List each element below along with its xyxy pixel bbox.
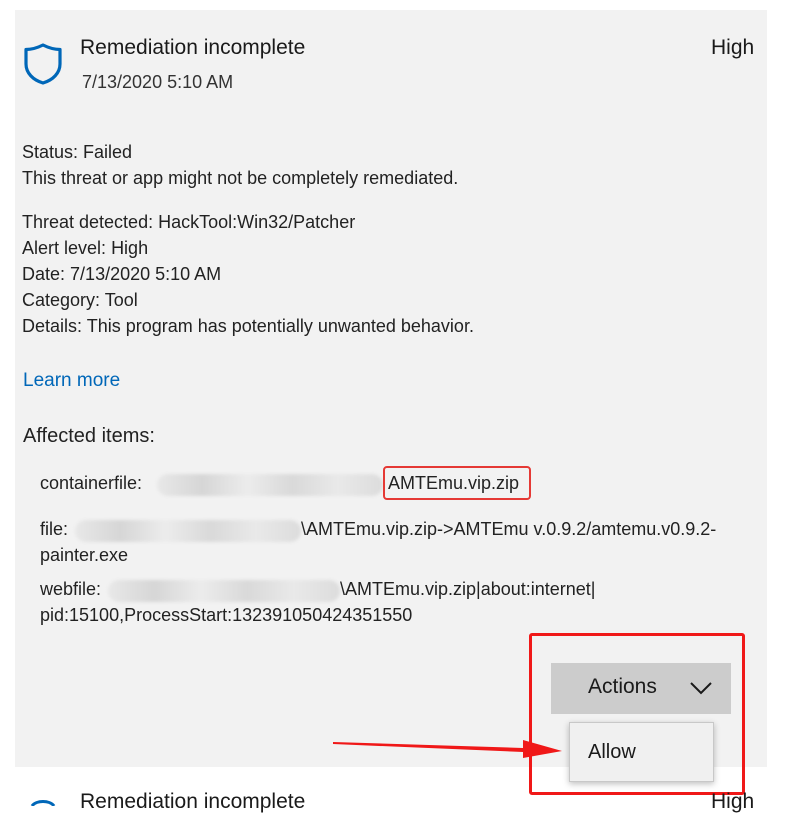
file-value-line2: painter.exe [40, 545, 129, 565]
redacted-path [75, 520, 301, 542]
threat-value: HackTool:Win32/Patcher [158, 212, 356, 232]
alert-level-label: Alert level: [22, 238, 107, 258]
webfile-value-line2: pid:15100,ProcessStart:13239105042435155… [40, 605, 413, 625]
next-alert-severity: High [711, 790, 755, 813]
learn-more-link[interactable]: Learn more [23, 370, 120, 392]
highlight-box [383, 466, 531, 500]
category-value: Tool [104, 290, 138, 310]
shield-icon [24, 43, 62, 85]
highlight-box [529, 633, 745, 795]
shield-icon [30, 800, 56, 806]
next-alert-title: Remediation incomplete [80, 790, 306, 813]
redacted-path [157, 474, 383, 496]
affected-items-title: Affected items: [23, 425, 155, 447]
alert-severity: High [711, 36, 755, 59]
detail-date: Date: 7/13/2020 5:10 AM [22, 264, 221, 285]
date-value: 7/13/2020 5:10 AM [70, 264, 222, 284]
threat-label: Threat detected: [22, 212, 154, 232]
redacted-path [108, 580, 340, 602]
alert-level: Alert level: High [22, 238, 148, 259]
threat-detected: Threat detected: HackTool:Win32/Patcher [22, 212, 355, 233]
date-label: Date: [22, 264, 66, 284]
file-label: file: [40, 519, 69, 539]
arrow-icon [333, 740, 562, 758]
containerfile-label: containerfile: [40, 473, 143, 493]
details-label: Details: [22, 316, 83, 336]
status-line: Status: Failed [22, 142, 132, 163]
webfile-label: webfile: [40, 579, 102, 599]
category-label: Category: [22, 290, 101, 310]
details: Details: This program has potentially un… [22, 316, 474, 337]
file-value-line1: \AMTEmu.vip.zip->AMTEmu v.0.9.2/amtemu.v… [301, 519, 717, 539]
details-value: This program has potentially unwanted be… [86, 316, 474, 336]
alert-title: Remediation incomplete [80, 36, 306, 59]
status-value: Failed [83, 142, 133, 162]
alert-level-value: High [111, 238, 149, 258]
webfile-value-line1: \AMTEmu.vip.zip|about:internet| [340, 579, 596, 599]
category: Category: Tool [22, 290, 138, 311]
status-message: This threat or app might not be complete… [22, 168, 459, 188]
alert-date: 7/13/2020 5:10 AM [82, 72, 234, 92]
status-label: Status: [22, 142, 79, 162]
